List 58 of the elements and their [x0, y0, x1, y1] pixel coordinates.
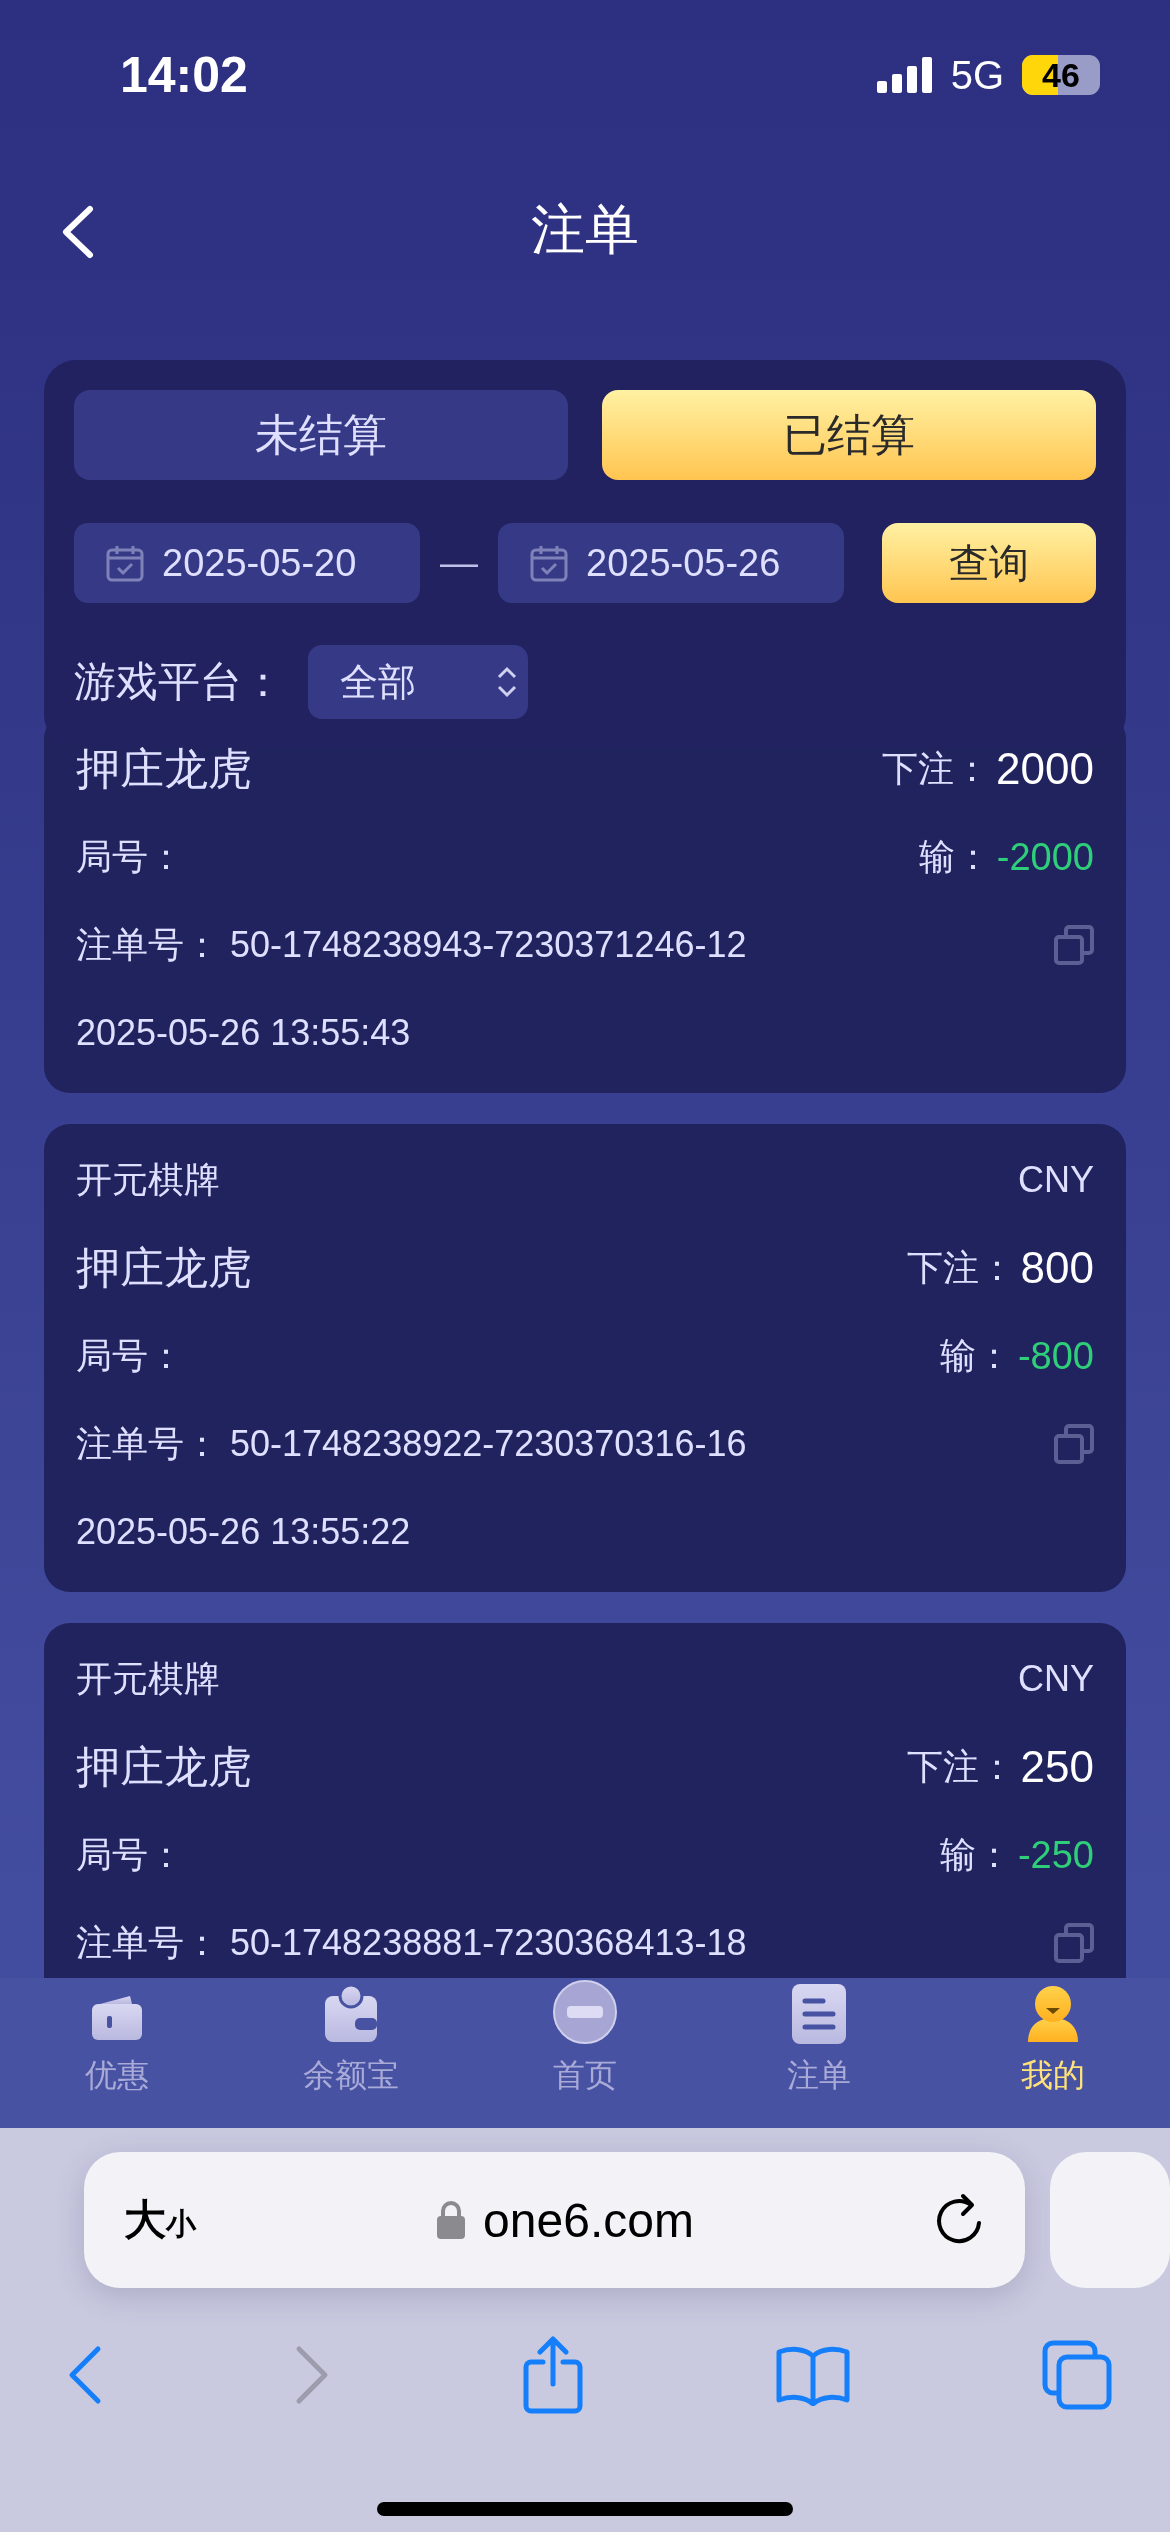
currency-label: CNY — [1018, 1159, 1094, 1201]
copy-icon[interactable] — [1054, 1424, 1094, 1464]
back-icon[interactable] — [60, 205, 94, 259]
document-icon — [792, 1984, 846, 2044]
text-size-button[interactable]: 大小 — [124, 2192, 196, 2248]
round-label: 局号： — [76, 1333, 184, 1378]
bet-time: 2025-05-26 13:55:22 — [76, 1511, 411, 1553]
platform-name: 开元棋牌 — [76, 1656, 220, 1701]
page-title: 注单 — [531, 197, 639, 261]
game-name: 押庄龙虎 — [76, 742, 252, 795]
share-icon[interactable] — [523, 2336, 583, 2414]
stake-label: 下注： — [906, 1245, 1015, 1290]
copy-icon[interactable] — [1054, 1923, 1094, 1963]
platform-select[interactable]: 全部 — [308, 645, 528, 719]
query-button[interactable]: 查询 — [882, 523, 1096, 603]
platform-name: 开元棋牌 — [76, 1157, 220, 1202]
calendar-icon — [106, 544, 144, 582]
updown-chevron-icon — [496, 664, 518, 700]
tabs-icon[interactable] — [1042, 2340, 1112, 2410]
url-text: one6.com — [483, 2192, 694, 2248]
clock-time: 14:02 — [120, 46, 249, 104]
result-label: 输： — [918, 834, 991, 879]
bet-time: 2025-05-26 13:55:43 — [76, 1012, 411, 1054]
round-label: 局号： — [76, 834, 184, 879]
result-label: 输： — [939, 1832, 1012, 1877]
platform-label: 游戏平台： — [74, 657, 284, 707]
game-name: 押庄龙虎 — [76, 1740, 252, 1793]
result-label: 输： — [939, 1333, 1012, 1378]
order-number: 注单号： 50-1748238943-7230371246-12 — [76, 922, 747, 967]
status-tab[interactable]: 未结算 — [74, 390, 568, 480]
currency-label: CNY — [1018, 1658, 1094, 1700]
stake-amount: 250 — [1020, 1742, 1094, 1792]
signal-icon — [876, 57, 933, 93]
round-label: 局号： — [76, 1832, 184, 1877]
status-tab[interactable]: 已结算 — [602, 390, 1096, 480]
order-number: 注单号： 50-1748238881-7230368413-18 — [76, 1920, 747, 1965]
logo-icon — [553, 1980, 617, 2044]
end-date-field[interactable]: 2025-05-26 — [498, 523, 844, 603]
game-name: 押庄龙虎 — [76, 1241, 252, 1294]
calendar-icon — [530, 544, 568, 582]
result-amount: -2000 — [996, 835, 1094, 879]
book-icon[interactable] — [775, 2344, 850, 2406]
next-tab-preview[interactable] — [1050, 2152, 1170, 2288]
address-bar[interactable]: 大小 one6.com — [84, 2152, 1025, 2288]
date-separator: — — [439, 541, 479, 585]
copy-icon[interactable] — [1054, 925, 1094, 965]
stake-amount: 800 — [1020, 1243, 1094, 1293]
result-amount: -250 — [1017, 1833, 1094, 1877]
stake-label: 下注： — [906, 1744, 1015, 1789]
wallet-icon — [323, 1984, 379, 2044]
tab-bar-item[interactable]: 我的 — [936, 1978, 1170, 2128]
stake-amount: 2000 — [996, 744, 1094, 794]
network-label: 5G — [950, 52, 1004, 98]
result-amount: -800 — [1017, 1334, 1094, 1378]
lock-icon — [437, 2201, 466, 2239]
order-number: 注单号： 50-1748238922-7230370316-16 — [76, 1421, 747, 1466]
start-date-field[interactable]: 2025-05-20 — [74, 523, 420, 603]
stake-label: 下注： — [882, 746, 991, 791]
